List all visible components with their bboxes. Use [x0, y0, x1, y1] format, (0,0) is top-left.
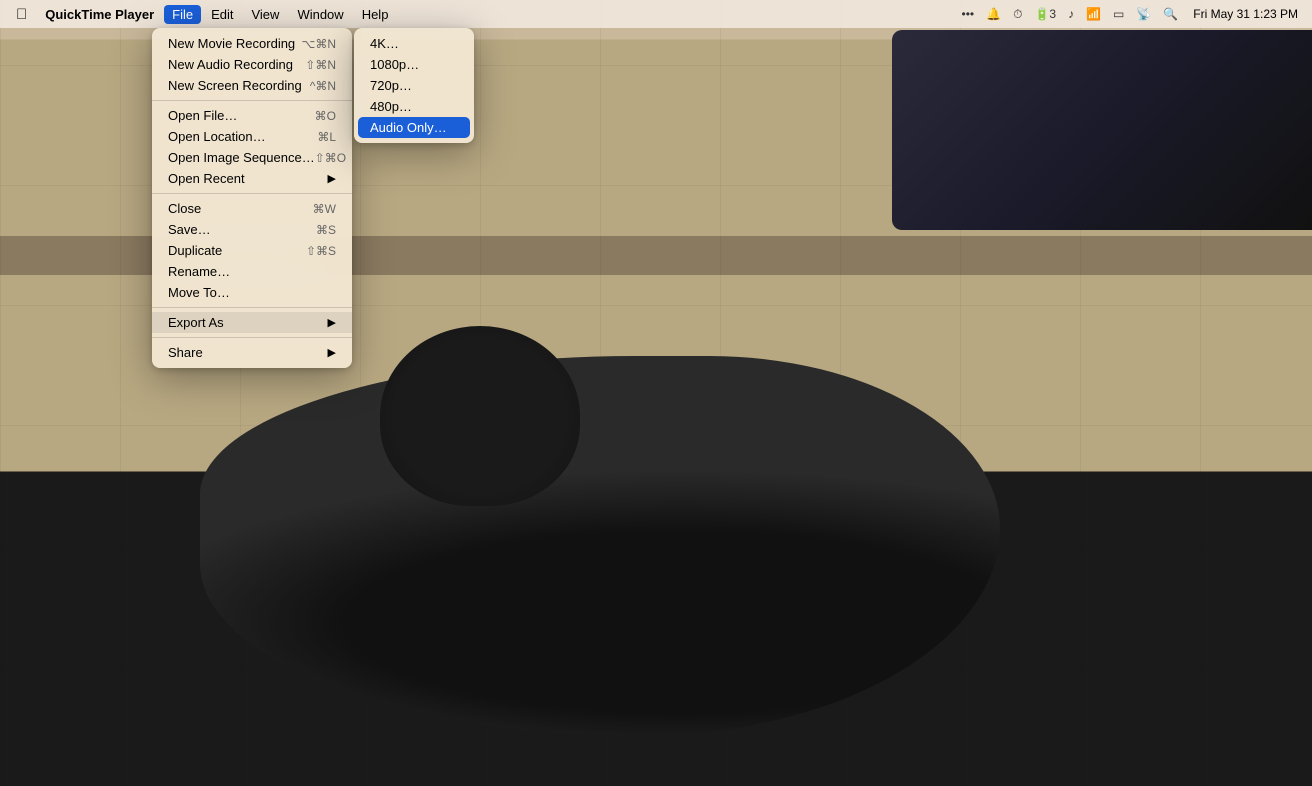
new-movie-recording[interactable]: New Movie Recording ⌥⌘N	[152, 33, 352, 54]
music-icon[interactable]: ♪	[1065, 7, 1077, 21]
wifi-icon[interactable]: 📶	[1083, 7, 1104, 21]
separator-1	[152, 100, 352, 101]
new-screen-recording[interactable]: New Screen Recording ^⌘N	[152, 75, 352, 96]
export-480p[interactable]: 480p…	[354, 96, 474, 117]
open-image-sequence[interactable]: Open Image Sequence… ⇧⌘O	[152, 147, 352, 168]
file-menu-trigger[interactable]: File	[164, 5, 201, 24]
move-to[interactable]: Move To…	[152, 282, 352, 303]
export-audio-only[interactable]: Audio Only…	[358, 117, 470, 138]
edit-menu-trigger[interactable]: Edit	[203, 5, 241, 24]
cat-head	[380, 326, 580, 506]
export-1080p[interactable]: 1080p…	[354, 54, 474, 75]
airdrop-icon[interactable]: 📡	[1133, 7, 1154, 21]
battery-icon[interactable]: ▭	[1110, 7, 1127, 21]
open-file[interactable]: Open File… ⌘O	[152, 105, 352, 126]
spotlight-icon[interactable]: 🔍	[1160, 7, 1181, 21]
view-menu-trigger[interactable]: View	[243, 5, 287, 24]
export-as[interactable]: Export As ▶	[152, 312, 352, 333]
corner-object	[892, 30, 1312, 230]
window-menu-trigger[interactable]: Window	[289, 5, 351, 24]
save[interactable]: Save… ⌘S	[152, 219, 352, 240]
help-menu-trigger[interactable]: Help	[354, 5, 397, 24]
rename[interactable]: Rename…	[152, 261, 352, 282]
file-menu-dropdown: New Movie Recording ⌥⌘N New Audio Record…	[152, 28, 352, 368]
separator-2	[152, 193, 352, 194]
export-submenu: 4K… 1080p… 720p… 480p… Audio Only…	[354, 28, 474, 143]
open-recent[interactable]: Open Recent ▶	[152, 168, 352, 189]
open-location[interactable]: Open Location… ⌘L	[152, 126, 352, 147]
battery-alerts-icon[interactable]: 🔋3	[1031, 7, 1059, 21]
new-audio-recording[interactable]: New Audio Recording ⇧⌘N	[152, 54, 352, 75]
cat-body	[200, 356, 1000, 736]
separator-3	[152, 307, 352, 308]
export-720p[interactable]: 720p…	[354, 75, 474, 96]
menubar-left:  QuickTime Player File Edit View Window…	[8, 5, 959, 24]
export-4k[interactable]: 4K…	[354, 33, 474, 54]
more-icon[interactable]: •••	[959, 7, 978, 21]
notification-icon[interactable]: 🔔	[983, 7, 1004, 21]
menubar-right: ••• 🔔 ⏱ 🔋3 ♪ 📶 ▭ 📡 🔍 Fri May 31 1:23 PM	[959, 7, 1304, 22]
clock: Fri May 31 1:23 PM	[1187, 7, 1304, 21]
separator-4	[152, 337, 352, 338]
screen-time-icon[interactable]: ⏱	[1010, 7, 1025, 22]
duplicate[interactable]: Duplicate ⇧⌘S	[152, 240, 352, 261]
app-name-menu[interactable]: QuickTime Player	[37, 5, 162, 24]
menubar:  QuickTime Player File Edit View Window…	[0, 0, 1312, 28]
close[interactable]: Close ⌘W	[152, 198, 352, 219]
apple-menu[interactable]: 	[8, 6, 35, 23]
share[interactable]: Share ▶	[152, 342, 352, 363]
